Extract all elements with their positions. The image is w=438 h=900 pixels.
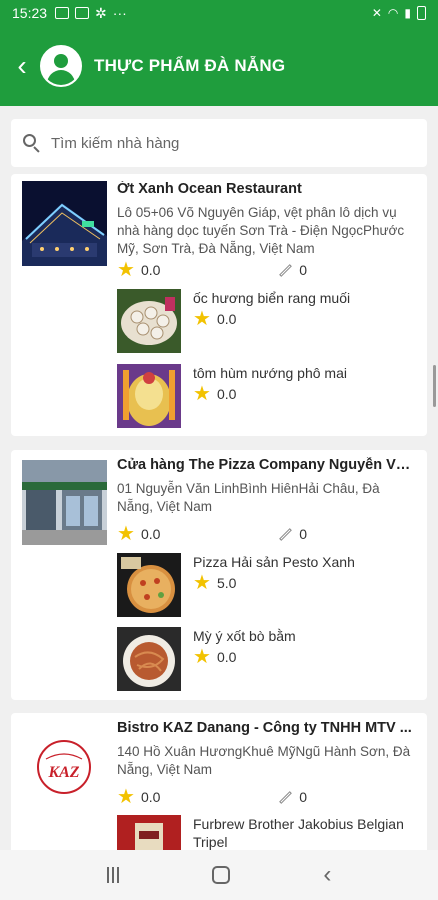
restaurant-logo[interactable]: KAZ — [22, 725, 107, 810]
restaurant-logo-text: KAZ — [47, 764, 79, 781]
scrollbar[interactable] — [433, 365, 436, 407]
restaurant-name[interactable]: Ớt Xanh Ocean Restaurant — [117, 181, 412, 197]
restaurant-address: 140 Hồ Xuân HươngKhuê MỹNgũ Hành Sơn, Đà… — [117, 744, 411, 777]
back-button[interactable]: ‹ — [10, 50, 34, 82]
dish-image[interactable] — [117, 815, 181, 850]
restaurant-name[interactable]: Cửa hàng The Pizza Company Nguyễn Văn... — [117, 457, 412, 473]
dish-image[interactable] — [117, 553, 181, 617]
search-icon[interactable] — [23, 134, 41, 153]
dish-image[interactable] — [117, 364, 181, 428]
pencil-icon — [277, 790, 293, 804]
restaurant-card[interactable]: Cửa hàng The Pizza Company Nguyễn Văn...… — [11, 450, 427, 700]
signal-icon: ▮ — [404, 6, 411, 20]
app-notification-icon — [75, 7, 90, 19]
recent-apps-button[interactable] — [106, 867, 119, 883]
home-button[interactable] — [211, 866, 230, 884]
dish-name[interactable]: Pizza Hải sản Pesto Xanh — [193, 553, 421, 571]
system-nav-bar: ‹ — [0, 850, 438, 900]
restaurant-name[interactable]: Bistro KAZ Danang - Công ty TNHH MTV ... — [117, 720, 412, 736]
restaurant-rating-row: ★ 0.0 0 — [117, 787, 307, 807]
restaurant-address: 01 Nguyễn Văn LinhBình HiênHải Châu, Đà … — [117, 481, 380, 514]
review-count: 0 — [299, 262, 307, 278]
search-input[interactable] — [51, 134, 391, 152]
dish-item[interactable]: tôm hùm nướng phô mai ★ 0.0 — [117, 364, 417, 428]
dish-image[interactable] — [117, 289, 181, 353]
dish-rating-row: ★ 0.0 — [193, 647, 236, 667]
dish-item[interactable]: Pizza Hải sản Pesto Xanh ★ 5.0 — [117, 553, 417, 617]
restaurant-rating: 0.0 — [140, 262, 161, 278]
restaurant-image[interactable] — [22, 181, 107, 266]
restaurant-image[interactable] — [22, 460, 107, 545]
pencil-icon — [277, 263, 293, 277]
review-count: 0 — [299, 789, 307, 805]
dish-rating: 0.0 — [216, 311, 237, 327]
restaurant-card[interactable]: KAZ Bistro KAZ Danang - Công ty TNHH MTV… — [11, 713, 427, 850]
star-icon: ★ — [193, 308, 211, 330]
mute-icon: ✕ — [371, 6, 382, 20]
status-bar: 15:23 ✲ ··· ✕ ◠ ▮ — [0, 0, 438, 26]
more-notifications-icon: ··· — [112, 5, 127, 21]
wifi-icon: ◠ — [387, 6, 399, 20]
star-icon: ★ — [193, 646, 211, 668]
dish-name[interactable]: ốc hương biển rang muối — [193, 289, 421, 307]
star-icon: ★ — [117, 786, 135, 808]
user-avatar-icon[interactable] — [40, 45, 82, 87]
star-icon: ★ — [193, 383, 211, 405]
dish-name[interactable]: tôm hùm nướng phô mai — [193, 364, 421, 382]
dish-rating-row: ★ 0.0 — [193, 384, 236, 404]
battery-icon — [417, 6, 426, 20]
restaurant-rating: 0.0 — [140, 526, 161, 542]
star-icon: ★ — [193, 572, 211, 594]
dish-rating-row: ★ 5.0 — [193, 573, 236, 593]
dish-image[interactable] — [117, 627, 181, 691]
page-title: THỰC PHẨM ĐÀ NẴNG — [94, 56, 286, 75]
restaurant-rating: 0.0 — [140, 789, 161, 805]
dish-item[interactable]: Furbrew Brother Jakobius Belgian Tripel — [117, 815, 417, 850]
dish-rating: 5.0 — [216, 575, 237, 591]
dish-rating-row: ★ 0.0 — [193, 309, 236, 329]
pencil-icon — [277, 527, 293, 541]
star-icon: ★ — [117, 259, 135, 281]
gallery-notification-icon — [55, 7, 70, 19]
settings-notification-icon: ✲ — [95, 4, 107, 21]
review-count: 0 — [299, 526, 307, 542]
search-bar[interactable] — [11, 119, 427, 167]
restaurant-rating-row: ★ 0.0 0 — [117, 524, 307, 544]
star-icon: ★ — [117, 523, 135, 545]
dish-item[interactable]: Mỳ ý xốt bò bằm ★ 0.0 — [117, 627, 417, 691]
dish-rating: 0.0 — [216, 386, 237, 402]
dish-name[interactable]: Mỳ ý xốt bò bằm — [193, 627, 421, 645]
dish-name[interactable]: Furbrew Brother Jakobius Belgian Tripel — [193, 815, 421, 850]
restaurant-card[interactable]: Ớt Xanh Ocean Restaurant Lô 05+06 Võ Ngu… — [11, 174, 427, 436]
status-time: 15:23 — [12, 5, 48, 21]
restaurant-rating-row: ★ 0.0 0 — [117, 260, 307, 280]
dish-rating: 0.0 — [216, 649, 237, 665]
app-bar: ‹ THỰC PHẨM ĐÀ NẴNG — [0, 26, 438, 106]
system-back-button[interactable]: ‹ — [323, 861, 331, 889]
restaurant-address: Lô 05+06 Võ Nguyên Giáp, vệt phân lô dịc… — [117, 205, 405, 256]
dish-item[interactable]: ốc hương biển rang muối ★ 0.0 — [117, 289, 417, 353]
